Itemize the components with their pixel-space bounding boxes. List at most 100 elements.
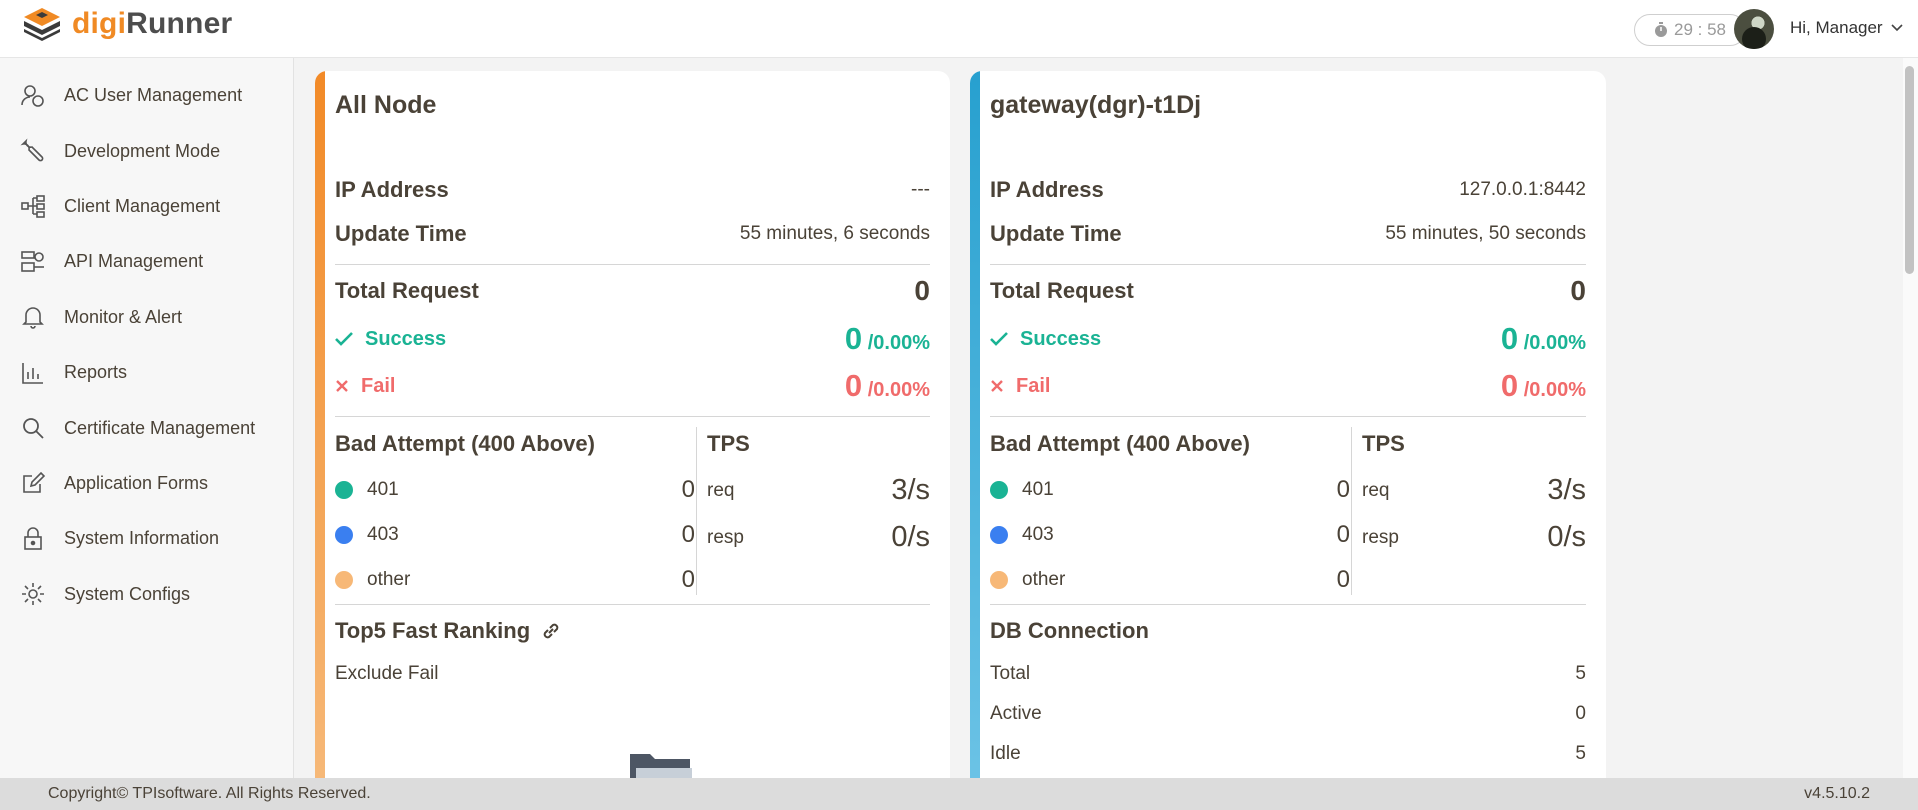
brand-logo[interactable]: digiRunner — [22, 6, 232, 42]
gear-icon — [22, 583, 44, 606]
sidebar: AC User Management Development Mode Clie… — [0, 58, 294, 778]
sidebar-item-client-management[interactable]: Client Management — [0, 179, 293, 234]
column-divider — [696, 427, 697, 595]
sidebar-item-label: AC User Management — [64, 85, 243, 106]
hierarchy-icon — [21, 195, 45, 219]
success-percent: /0.00% — [1523, 332, 1586, 354]
tps-row: resp 0/s — [1362, 521, 1586, 554]
update-time-row: Update Time 55 minutes, 6 seconds — [335, 221, 930, 247]
session-timer: 29 : 58 — [1634, 14, 1746, 46]
db-value: 5 — [1575, 743, 1586, 764]
bad-attempt-title: Bad Attempt (400 Above) — [335, 431, 595, 456]
ip-row: IP Address 127.0.0.1:8442 — [990, 177, 1586, 203]
success-count: 0 — [844, 321, 863, 356]
total-request-label: Total Request — [990, 278, 1134, 303]
total-request-label: Total Request — [335, 278, 479, 303]
bad-attempt-value: 0 — [681, 476, 695, 503]
bad-attempt-row: other 0 — [335, 566, 695, 594]
tps-label: req — [707, 479, 735, 501]
fail-row: Fail 0 /0.00% — [990, 368, 1586, 404]
success-label-group: Success — [335, 328, 446, 351]
api-icon — [21, 251, 44, 272]
sidebar-item-monitor-alert[interactable]: Monitor & Alert — [0, 290, 293, 345]
bad-attempt-code: 403 — [367, 524, 399, 545]
sidebar-item-system-configs[interactable]: System Configs — [0, 567, 293, 622]
bad-attempt-code: other — [1022, 569, 1066, 590]
tps-value: 0/s — [1547, 521, 1586, 553]
db-row: Total 5 — [990, 663, 1586, 685]
success-count: 0 — [1500, 321, 1519, 356]
top5-subtitle: Exclude Fail — [335, 663, 439, 684]
chevron-down-icon — [1891, 24, 1903, 32]
bad-attempt-code: 403 — [1022, 524, 1054, 545]
top-header: digiRunner 29 : 58 Hi, Manager — [0, 0, 1918, 58]
ip-label: IP Address — [990, 177, 1104, 202]
sidebar-item-label: Certificate Management — [64, 417, 256, 438]
search-icon — [23, 418, 44, 439]
sidebar-item-reports[interactable]: Reports — [0, 345, 293, 400]
fail-label-group: Fail — [335, 375, 395, 398]
link-icon[interactable] — [540, 620, 562, 642]
db-label: Active — [990, 703, 1042, 724]
tps-row: req 3/s — [1362, 474, 1586, 507]
tps-section: TPS req 3/s resp 0/s — [1362, 431, 1586, 601]
fail-count: 0 — [1500, 368, 1519, 403]
total-request-value: 0 — [1570, 275, 1586, 306]
scrollbar-thumb[interactable] — [1905, 66, 1914, 274]
edit-icon — [23, 472, 46, 494]
tps-value: 0/s — [891, 521, 930, 553]
node-card-all: All Node IP Address --- Update Time 55 m… — [315, 71, 950, 791]
divider — [335, 416, 930, 417]
bad-attempt-row: 403 0 — [990, 521, 1350, 549]
avatar[interactable] — [1734, 9, 1774, 49]
user-greeting: Hi, Manager — [1790, 18, 1883, 37]
stopwatch-icon — [1655, 22, 1667, 37]
ip-value: 127.0.0.1:8442 — [1459, 179, 1586, 200]
bad-attempt-title: Bad Attempt (400 Above) — [990, 431, 1250, 456]
sidebar-item-development-mode[interactable]: Development Mode — [0, 123, 293, 178]
brand-part-2: Runner — [126, 7, 233, 40]
sidebar-item-api-management[interactable]: API Management — [0, 234, 293, 289]
sidebar-item-system-information[interactable]: System Information — [0, 511, 293, 566]
status-dot — [335, 481, 353, 499]
ip-row: IP Address --- — [335, 177, 930, 203]
success-label-group: Success — [990, 328, 1101, 351]
sidebar-item-application-forms[interactable]: Application Forms — [0, 456, 293, 511]
update-time-value: 55 minutes, 6 seconds — [739, 223, 930, 244]
bad-attempt-section: Bad Attempt (400 Above) 401 0 403 0 othe… — [990, 431, 1350, 601]
bad-attempt-code: other — [367, 569, 411, 590]
footer: Copyright© TPIsoftware. All Rights Reser… — [0, 778, 1918, 810]
divider — [335, 264, 930, 265]
success-label: Success — [1020, 327, 1102, 350]
tps-label: resp — [1362, 526, 1399, 548]
status-dot — [990, 526, 1008, 544]
ip-value: --- — [911, 179, 930, 200]
card-title: gateway(dgr)-t1Dj — [990, 91, 1202, 119]
tps-value: 3/s — [891, 474, 930, 506]
copyright-text: Copyright© TPIsoftware. All Rights Reser… — [48, 785, 371, 802]
success-label: Success — [365, 327, 447, 350]
sidebar-item-label: API Management — [64, 251, 204, 272]
divider — [990, 264, 1586, 265]
sidebar-item-certificate-management[interactable]: Certificate Management — [0, 400, 293, 455]
tps-title: TPS — [707, 431, 750, 456]
fail-percent: /0.00% — [1523, 379, 1586, 401]
brand-part-1: digi — [72, 7, 127, 40]
status-dot — [335, 571, 353, 589]
update-time-label: Update Time — [990, 221, 1122, 246]
total-request-value: 0 — [914, 275, 930, 306]
status-dot — [990, 571, 1008, 589]
db-connection-title: DB Connection — [990, 618, 1149, 643]
user-menu[interactable]: Hi, Manager — [1790, 18, 1903, 38]
lock-icon — [24, 527, 42, 550]
column-divider — [1351, 427, 1352, 595]
fail-percent: /0.00% — [867, 379, 930, 401]
sidebar-item-ac-user-management[interactable]: AC User Management — [0, 68, 293, 123]
tps-title: TPS — [1362, 431, 1405, 456]
bad-attempt-row: other 0 — [990, 566, 1350, 594]
bad-attempt-value: 0 — [681, 566, 695, 593]
bad-attempt-row: 401 0 — [990, 476, 1350, 504]
bad-attempt-value: 0 — [1336, 566, 1350, 593]
fail-count: 0 — [844, 368, 863, 403]
sidebar-item-label: System Configs — [64, 583, 191, 604]
